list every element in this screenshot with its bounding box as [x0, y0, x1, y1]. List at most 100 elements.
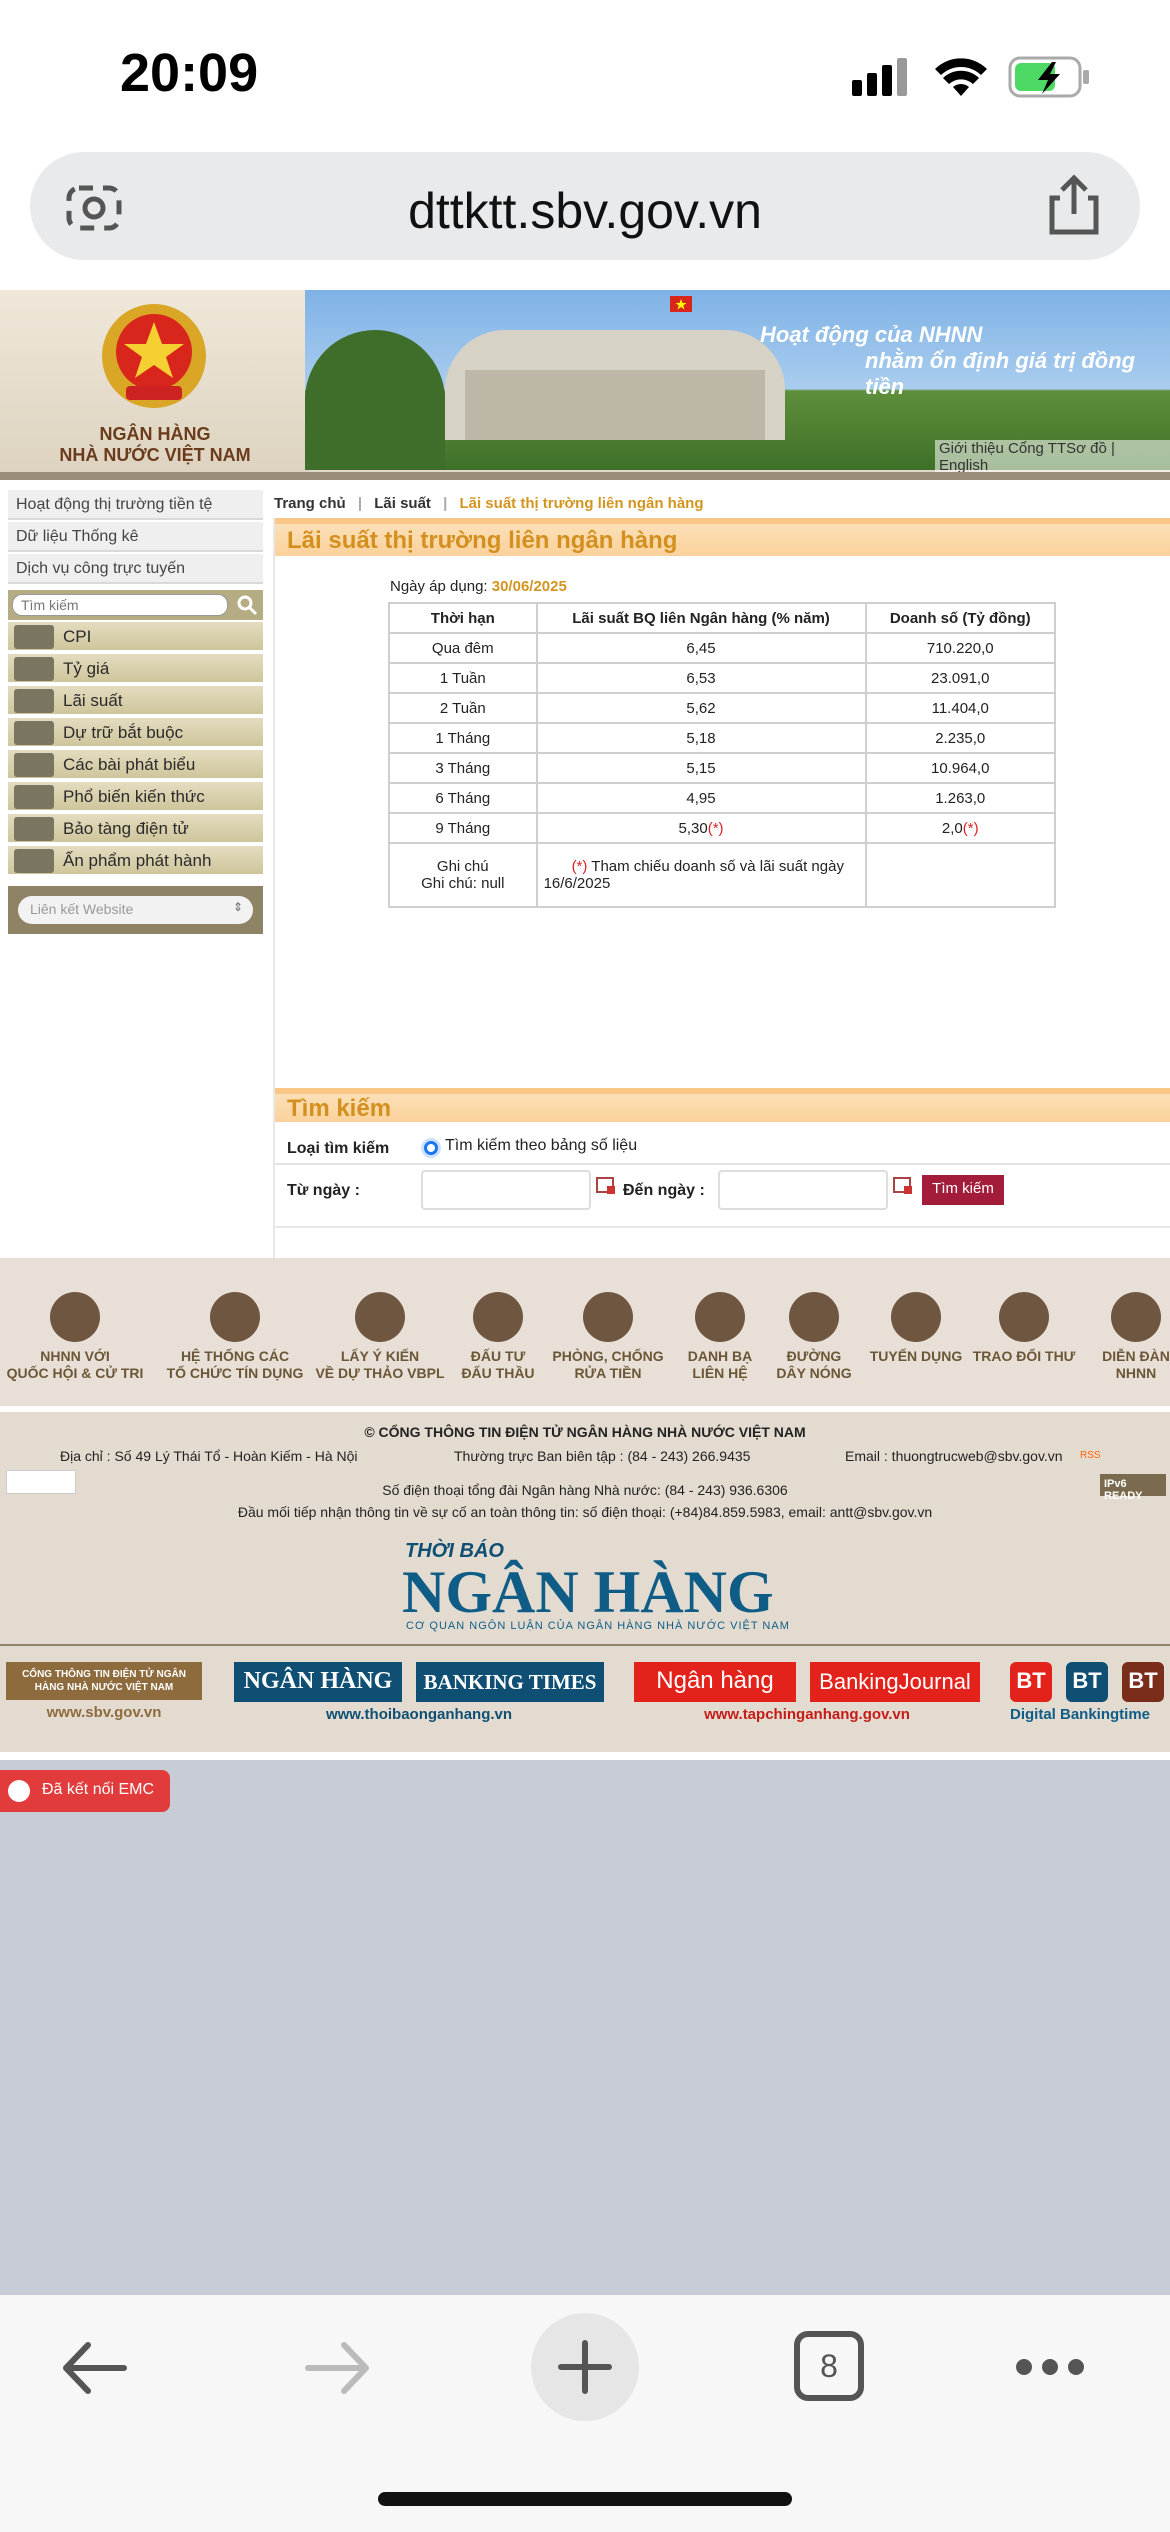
sidebar-item-money-market[interactable]: Hoạt động thị trường tiền tệ: [8, 490, 263, 520]
partner-tapchi-url[interactable]: www.tapchinganhang.gov.vn: [634, 1706, 980, 1723]
tabs-button[interactable]: 8: [794, 2331, 864, 2401]
breadcrumb-separator: |: [357, 495, 363, 512]
menu-label: Các bài phát biểu: [63, 755, 196, 774]
sidebar-item-statistics[interactable]: Dữ liệu Thống kê: [8, 522, 263, 552]
banner-slogan-2: nhằm ổn định giá trị đồng tiền: [865, 348, 1136, 399]
calendar-icon[interactable]: [892, 1174, 914, 1196]
cell-volume: 10.964,0: [864, 752, 1056, 784]
cell-volume: 1.263,0: [864, 782, 1056, 814]
cellular-signal-icon: [852, 58, 907, 96]
sidebar-search: [8, 590, 263, 620]
banner-slogan-1: Hoạt động của NHNN: [760, 322, 983, 347]
website-link-select[interactable]: Liên kết Website ⇕: [18, 896, 253, 924]
logo-sub-text: CƠ QUAN NGÔN LUẬN CỦA NGÂN HÀNG NHÀ NƯỚC…: [406, 1620, 790, 1632]
cell-rate: 4,95: [535, 782, 867, 814]
main-title-bar: Lãi suất thị trường liên ngân hàng: [275, 518, 1170, 556]
logo-main-text[interactable]: NGÂN HÀNG: [402, 1558, 774, 1627]
menu-item-reserve[interactable]: Dự trữ bắt buộc: [8, 718, 263, 748]
rate-value: 5,30: [678, 819, 708, 837]
sidebar-search-input[interactable]: [12, 594, 228, 616]
from-date-input[interactable]: [421, 1170, 591, 1210]
wifi-icon: [935, 58, 987, 96]
back-arrow-icon[interactable]: [58, 2337, 130, 2399]
search-button[interactable]: Tìm kiếm: [922, 1175, 1004, 1205]
cell-rate: 5,30(*): [535, 812, 867, 844]
cpi-icon: [14, 625, 54, 649]
calendar-icon[interactable]: [595, 1174, 617, 1196]
partner-digital-url[interactable]: Digital Bankingtime: [1010, 1706, 1170, 1723]
search-type-radio[interactable]: [421, 1138, 441, 1158]
to-date-input[interactable]: [718, 1170, 888, 1210]
apply-date-label: Ngày áp dụng:: [390, 578, 488, 595]
menu-item-interest-rate[interactable]: Lãi suất: [8, 686, 263, 716]
menu-item-museum[interactable]: Bảo tàng điện tử: [8, 814, 263, 844]
cell-volume: 2,0(*): [864, 812, 1056, 844]
cell-volume: 2.235,0: [864, 722, 1056, 754]
search-type-option[interactable]: Tìm kiếm theo bảng số liệu: [445, 1137, 637, 1155]
volume-value: 2,0: [941, 819, 963, 837]
footer-divider: [0, 1644, 1170, 1646]
partner-sbv-url[interactable]: www.sbv.gov.vn: [6, 1704, 202, 1721]
menu-label: CPI: [63, 627, 92, 646]
emc-icon: [8, 1780, 30, 1802]
web-page: NGÂN HÀNG NHÀ NƯỚC VIỆT NAM Hoạt động củ…: [0, 290, 1170, 1760]
cell-volume: 710.220,0: [864, 632, 1056, 664]
search-icon[interactable]: [236, 594, 258, 616]
forward-arrow-icon[interactable]: [302, 2337, 374, 2399]
partner-bt-media-logo[interactable]: BT: [1066, 1662, 1108, 1702]
menu-item-exchange-rate[interactable]: Tỷ giá: [8, 654, 263, 684]
menu-item-publications[interactable]: Ấn phẩm phát hành: [8, 846, 263, 876]
partner-tapchi-logo[interactable]: Ngân hàng: [634, 1662, 796, 1702]
menu-item-speeches[interactable]: Các bài phát biểu: [8, 750, 263, 780]
col-header-rate: Lãi suất BQ liên Ngân hàng (% năm): [535, 602, 867, 634]
partner-bt-ai-logo[interactable]: BT: [1010, 1662, 1052, 1702]
emc-badge[interactable]: Đã kết nối EMC: [0, 1770, 170, 1812]
footer-address: Địa chỉ : Số 49 Lý Thái Tổ - Hoàn Kiếm -…: [60, 1448, 358, 1464]
table-row: 2 Tuần 5,62 11.404,0: [388, 692, 1056, 724]
chart-icon: [14, 689, 54, 713]
banner-links[interactable]: Giới thiệu Cổng TTSơ đồ | English: [935, 440, 1170, 474]
battery-charging-icon: [1008, 56, 1089, 98]
people-icon: [1111, 1292, 1161, 1342]
trees: [305, 330, 445, 470]
cell-rate: 5,18: [535, 722, 867, 754]
sidebar-item-online-services[interactable]: Dịch vụ công trực tuyến: [8, 554, 263, 584]
partner-sbv-logo[interactable]: CỔNG THÔNG TIN ĐIỆN TỬ NGÂN HÀNG NHÀ NƯỚ…: [6, 1662, 202, 1700]
breadcrumb-home[interactable]: Trang chủ: [274, 495, 346, 512]
menu-item-knowledge[interactable]: Phổ biến kiến thức: [8, 782, 263, 812]
national-emblem-icon: [102, 304, 206, 408]
search-title: Tìm kiếm: [287, 1095, 392, 1122]
cell-term: 2 Tuần: [388, 692, 538, 724]
note-null: Ghi chú: null: [421, 875, 505, 892]
address-bar[interactable]: dttktt.sbv.gov.vn: [30, 152, 1140, 260]
search-title-bar: Tìm kiếm: [275, 1088, 1170, 1122]
monitor-icon: [14, 817, 54, 841]
star-marker: (*): [571, 858, 588, 875]
menu-item-cpi[interactable]: CPI: [8, 622, 263, 652]
footer-link-line1: DIỄN ĐÀN: [1102, 1348, 1170, 1364]
menu-label: Ấn phẩm phát hành: [63, 851, 212, 870]
search-panel: Tìm kiếm Loại tìm kiếm Tìm kiếm theo bản…: [273, 1088, 1170, 1228]
partner-ngan-hang-logo[interactable]: NGÂN HÀNG: [234, 1662, 402, 1702]
apply-date: Ngày áp dụng: 30/06/2025: [390, 578, 567, 595]
share-icon[interactable]: [1046, 174, 1102, 236]
plus-icon: [558, 2340, 612, 2394]
partner-tbnh-url[interactable]: www.thoibaonganhang.vn: [234, 1706, 604, 1723]
book-icon: [14, 849, 54, 873]
partner-banking-times-logo[interactable]: BANKING TIMES: [416, 1662, 604, 1702]
rss-icon[interactable]: RSS: [1080, 1450, 1101, 1461]
cell-term: Qua đêm: [388, 632, 538, 664]
menu-label: Bảo tàng điện tử: [63, 819, 189, 838]
partner-banking-journal-logo[interactable]: BankingJournal: [810, 1662, 980, 1702]
url-text[interactable]: dttktt.sbv.gov.vn: [30, 182, 1140, 240]
more-icon[interactable]: [1014, 2355, 1086, 2379]
breadcrumb-section[interactable]: Lãi suất: [374, 495, 431, 512]
footer-link-forum[interactable]: DIỄN ĐÀN NHNN: [1036, 1292, 1170, 1382]
breadcrumb: Trang chủ | Lãi suất | Lãi suất thị trườ…: [274, 495, 704, 512]
website-link-label: Liên kết Website: [30, 901, 134, 917]
partner-bt-tv-logo[interactable]: BT: [1122, 1662, 1164, 1702]
note-empty-cell: [864, 842, 1056, 908]
footer-email[interactable]: Email : thuongtrucweb@sbv.gov.vn: [845, 1448, 1063, 1464]
new-tab-button[interactable]: [531, 2313, 639, 2421]
table-note-row: Ghi chú Ghi chú: null (*) Tham chiếu doan…: [388, 842, 1056, 908]
